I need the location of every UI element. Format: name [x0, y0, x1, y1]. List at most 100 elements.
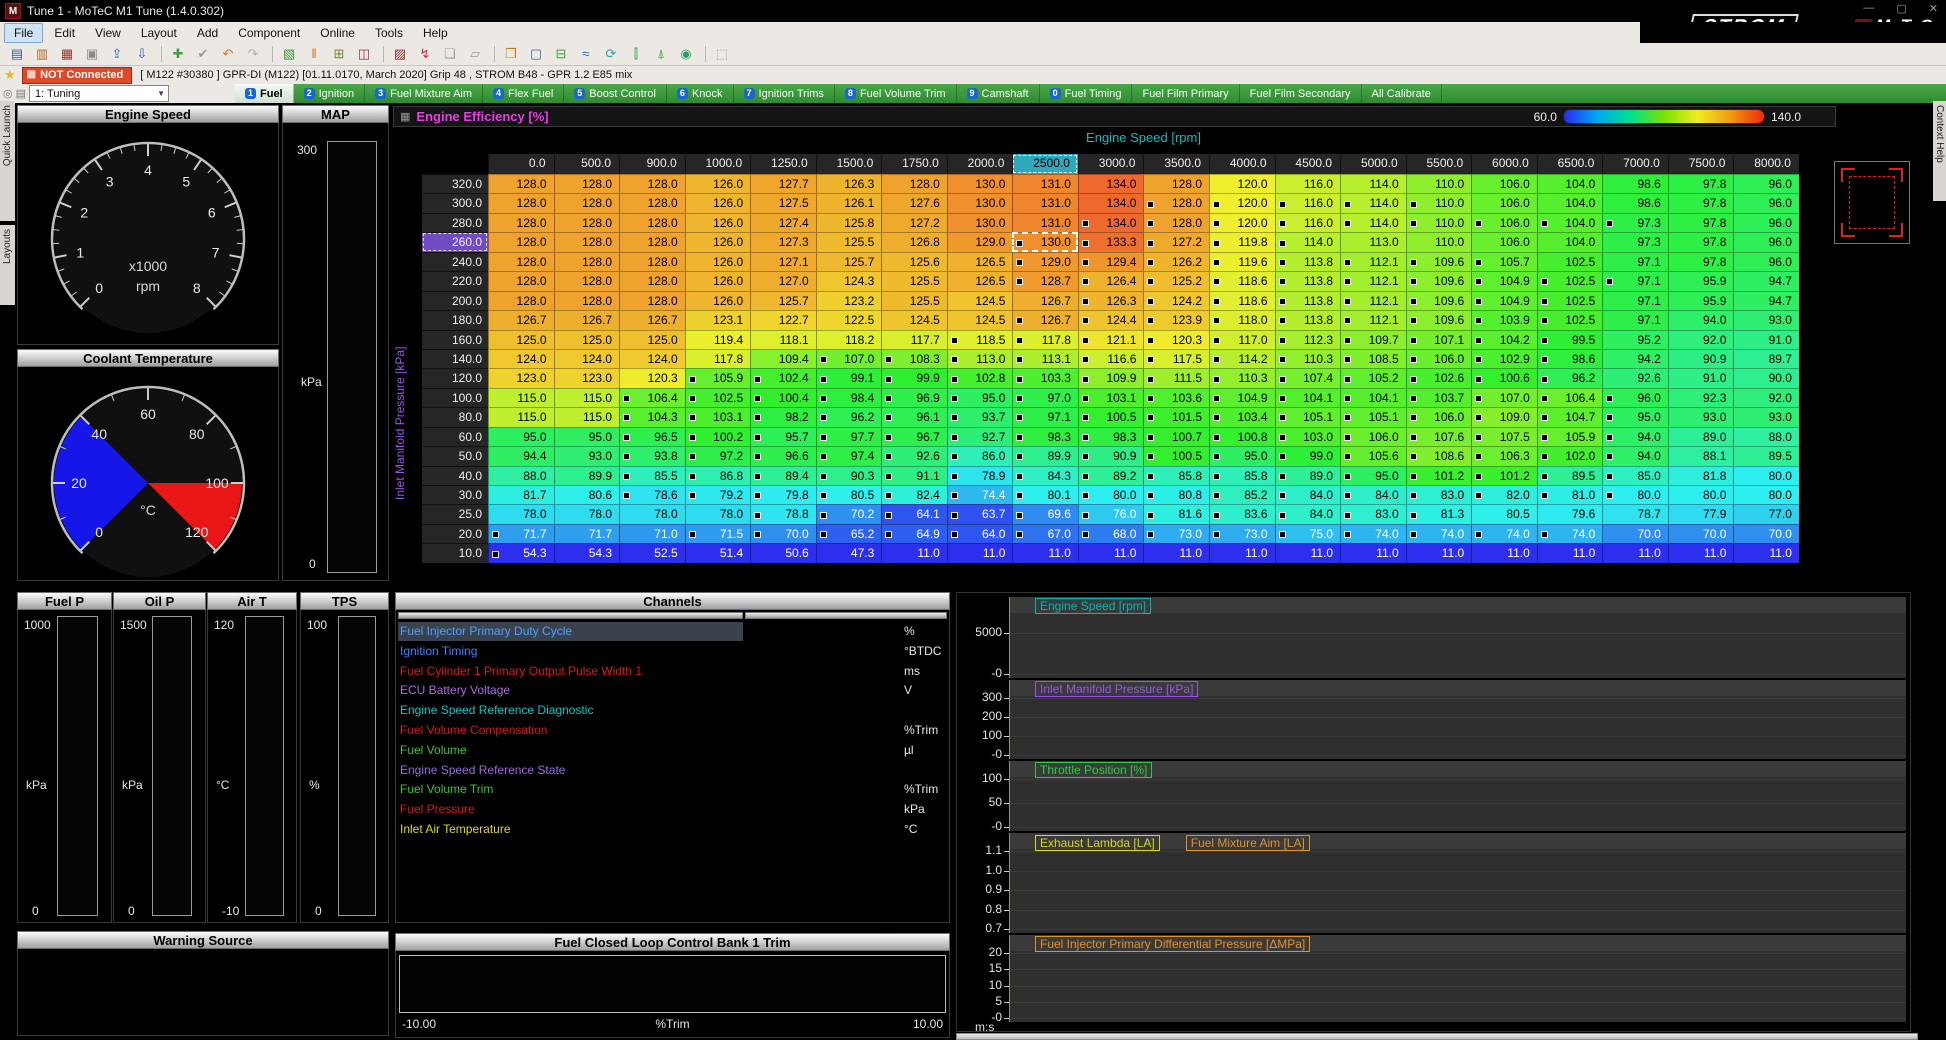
efficiency-cell[interactable]: 128.0	[554, 271, 620, 290]
efficiency-cell[interactable]: 112.1	[1340, 310, 1406, 329]
col-header[interactable]: 1000.0	[685, 154, 751, 174]
efficiency-cell[interactable]: 119.4	[685, 330, 751, 349]
efficiency-cell[interactable]: 65.2	[816, 524, 882, 543]
efficiency-cell[interactable]: 128.0	[488, 271, 554, 290]
efficiency-cell[interactable]: 128.0	[554, 213, 620, 232]
efficiency-cell[interactable]: 101.2	[1406, 466, 1472, 485]
efficiency-cell[interactable]: 123.9	[1143, 310, 1209, 329]
efficiency-cell[interactable]: 126.4	[1078, 271, 1144, 290]
menu-edit[interactable]: Edit	[45, 24, 84, 42]
efficiency-cell[interactable]: 89.0	[1275, 466, 1341, 485]
efficiency-cell[interactable]: 91.1	[881, 466, 947, 485]
efficiency-cell[interactable]: 124.3	[816, 271, 882, 290]
efficiency-cell[interactable]: 128.0	[619, 271, 685, 290]
col-header[interactable]: 1250.0	[750, 154, 816, 174]
row-header[interactable]: 80.0	[422, 407, 488, 426]
efficiency-cell[interactable]: 125.8	[816, 213, 882, 232]
efficiency-cell[interactable]: 51.4	[685, 543, 751, 562]
efficiency-cell[interactable]: 131.0	[1012, 193, 1078, 212]
paste-icon[interactable]: ▱	[464, 45, 486, 63]
efficiency-cell[interactable]: 130.0	[947, 174, 1013, 193]
efficiency-cell[interactable]: 11.0	[1275, 543, 1341, 562]
efficiency-cell[interactable]: 96.0	[1733, 232, 1799, 251]
channel-row[interactable]: Fuel PressurekPa	[396, 800, 951, 819]
efficiency-cell[interactable]: 107.0	[816, 349, 882, 368]
efficiency-cell[interactable]: 127.6	[881, 193, 947, 212]
efficiency-cell[interactable]: 109.7	[1340, 330, 1406, 349]
efficiency-cell[interactable]: 131.0	[1012, 213, 1078, 232]
col-header[interactable]: 6500.0	[1537, 154, 1603, 174]
efficiency-cell[interactable]: 103.7	[1406, 388, 1472, 407]
efficiency-cell[interactable]: 102.9	[1471, 349, 1537, 368]
graph-scrollbar[interactable]	[956, 1033, 1918, 1040]
efficiency-cell[interactable]: 113.8	[1275, 310, 1341, 329]
efficiency-cell[interactable]: 64.0	[947, 524, 1013, 543]
efficiency-cell[interactable]: 109.6	[1406, 252, 1472, 271]
efficiency-cell[interactable]: 113.8	[1275, 252, 1341, 271]
efficiency-cell[interactable]: 127.2	[881, 213, 947, 232]
refresh-icon[interactable]: ⟳	[600, 45, 622, 63]
efficiency-cell[interactable]: 128.0	[488, 232, 554, 251]
efficiency-cell[interactable]: 94.4	[488, 446, 554, 465]
efficiency-cell[interactable]: 112.1	[1340, 271, 1406, 290]
efficiency-cell[interactable]: 119.8	[1209, 232, 1275, 251]
col-header[interactable]: 6000.0	[1471, 154, 1537, 174]
col-header[interactable]: 3000.0	[1078, 154, 1144, 174]
efficiency-cell[interactable]: 97.1	[1012, 407, 1078, 426]
efficiency-cell[interactable]: 110.3	[1275, 349, 1341, 368]
efficiency-cell[interactable]: 115.0	[554, 388, 620, 407]
efficiency-cell[interactable]: 121.1	[1078, 330, 1144, 349]
efficiency-cell[interactable]: 125.0	[554, 330, 620, 349]
selection-icon[interactable]: ⬚	[711, 45, 733, 63]
efficiency-cell[interactable]: 78.0	[554, 504, 620, 523]
efficiency-cell[interactable]: 97.8	[1668, 232, 1734, 251]
efficiency-cell[interactable]: 124.5	[947, 291, 1013, 310]
efficiency-cell[interactable]: 128.7	[1012, 271, 1078, 290]
efficiency-cell[interactable]: 79.8	[750, 485, 816, 504]
col-header[interactable]: 500.0	[554, 154, 620, 174]
efficiency-cell[interactable]: 98.6	[1537, 349, 1603, 368]
efficiency-cell[interactable]: 125.2	[1143, 271, 1209, 290]
row-header[interactable]: 300.0	[422, 193, 488, 212]
efficiency-cell[interactable]: 11.0	[1340, 543, 1406, 562]
efficiency-cell[interactable]: 117.8	[685, 349, 751, 368]
close-button[interactable]: ✕	[1929, 2, 1938, 15]
efficiency-cell[interactable]: 107.5	[1471, 427, 1537, 446]
efficiency-cell[interactable]: 126.3	[816, 174, 882, 193]
efficiency-cell[interactable]: 97.3	[1602, 213, 1668, 232]
efficiency-cell[interactable]: 52.5	[619, 543, 685, 562]
efficiency-cell[interactable]: 104.9	[1471, 291, 1537, 310]
efficiency-cell[interactable]: 100.5	[1078, 407, 1144, 426]
efficiency-cell[interactable]: 114.0	[1340, 213, 1406, 232]
efficiency-cell[interactable]: 114.0	[1275, 232, 1341, 251]
efficiency-cell[interactable]: 11.0	[1602, 543, 1668, 562]
workbook-selector[interactable]: 1: Tuning▼	[29, 85, 169, 102]
efficiency-cell[interactable]: 106.0	[1471, 232, 1537, 251]
efficiency-cell[interactable]: 97.1	[1602, 291, 1668, 310]
col-header[interactable]: 8000.0	[1733, 154, 1799, 174]
efficiency-cell[interactable]: 89.0	[1668, 427, 1734, 446]
efficiency-cell[interactable]: 127.2	[1143, 232, 1209, 251]
efficiency-cell[interactable]: 103.0	[1275, 427, 1341, 446]
col-header[interactable]: 4500.0	[1275, 154, 1341, 174]
efficiency-cell[interactable]: 127.3	[750, 232, 816, 251]
efficiency-cell[interactable]: 109.0	[1471, 407, 1537, 426]
efficiency-cell[interactable]: 103.1	[1078, 388, 1144, 407]
efficiency-cell[interactable]: 128.0	[619, 213, 685, 232]
efficiency-cell[interactable]: 96.0	[1733, 174, 1799, 193]
efficiency-cell[interactable]: 126.7	[1012, 291, 1078, 310]
efficiency-cell[interactable]: 100.7	[1143, 427, 1209, 446]
efficiency-cell[interactable]: 85.8	[1209, 466, 1275, 485]
efficiency-cell[interactable]: 54.3	[488, 543, 554, 562]
efficiency-cell[interactable]: 105.2	[1340, 368, 1406, 387]
efficiency-cell[interactable]: 122.5	[816, 310, 882, 329]
menu-component[interactable]: Component	[229, 24, 309, 42]
efficiency-cell[interactable]: 97.1	[1602, 252, 1668, 271]
efficiency-cell[interactable]: 134.0	[1078, 193, 1144, 212]
efficiency-cell[interactable]: 102.4	[750, 368, 816, 387]
efficiency-cell[interactable]: 126.0	[685, 193, 751, 212]
efficiency-cell[interactable]: 100.5	[1143, 446, 1209, 465]
efficiency-cell[interactable]: 117.8	[1012, 330, 1078, 349]
efficiency-cell[interactable]: 105.1	[1275, 407, 1341, 426]
efficiency-cell[interactable]: 96.0	[1733, 252, 1799, 271]
